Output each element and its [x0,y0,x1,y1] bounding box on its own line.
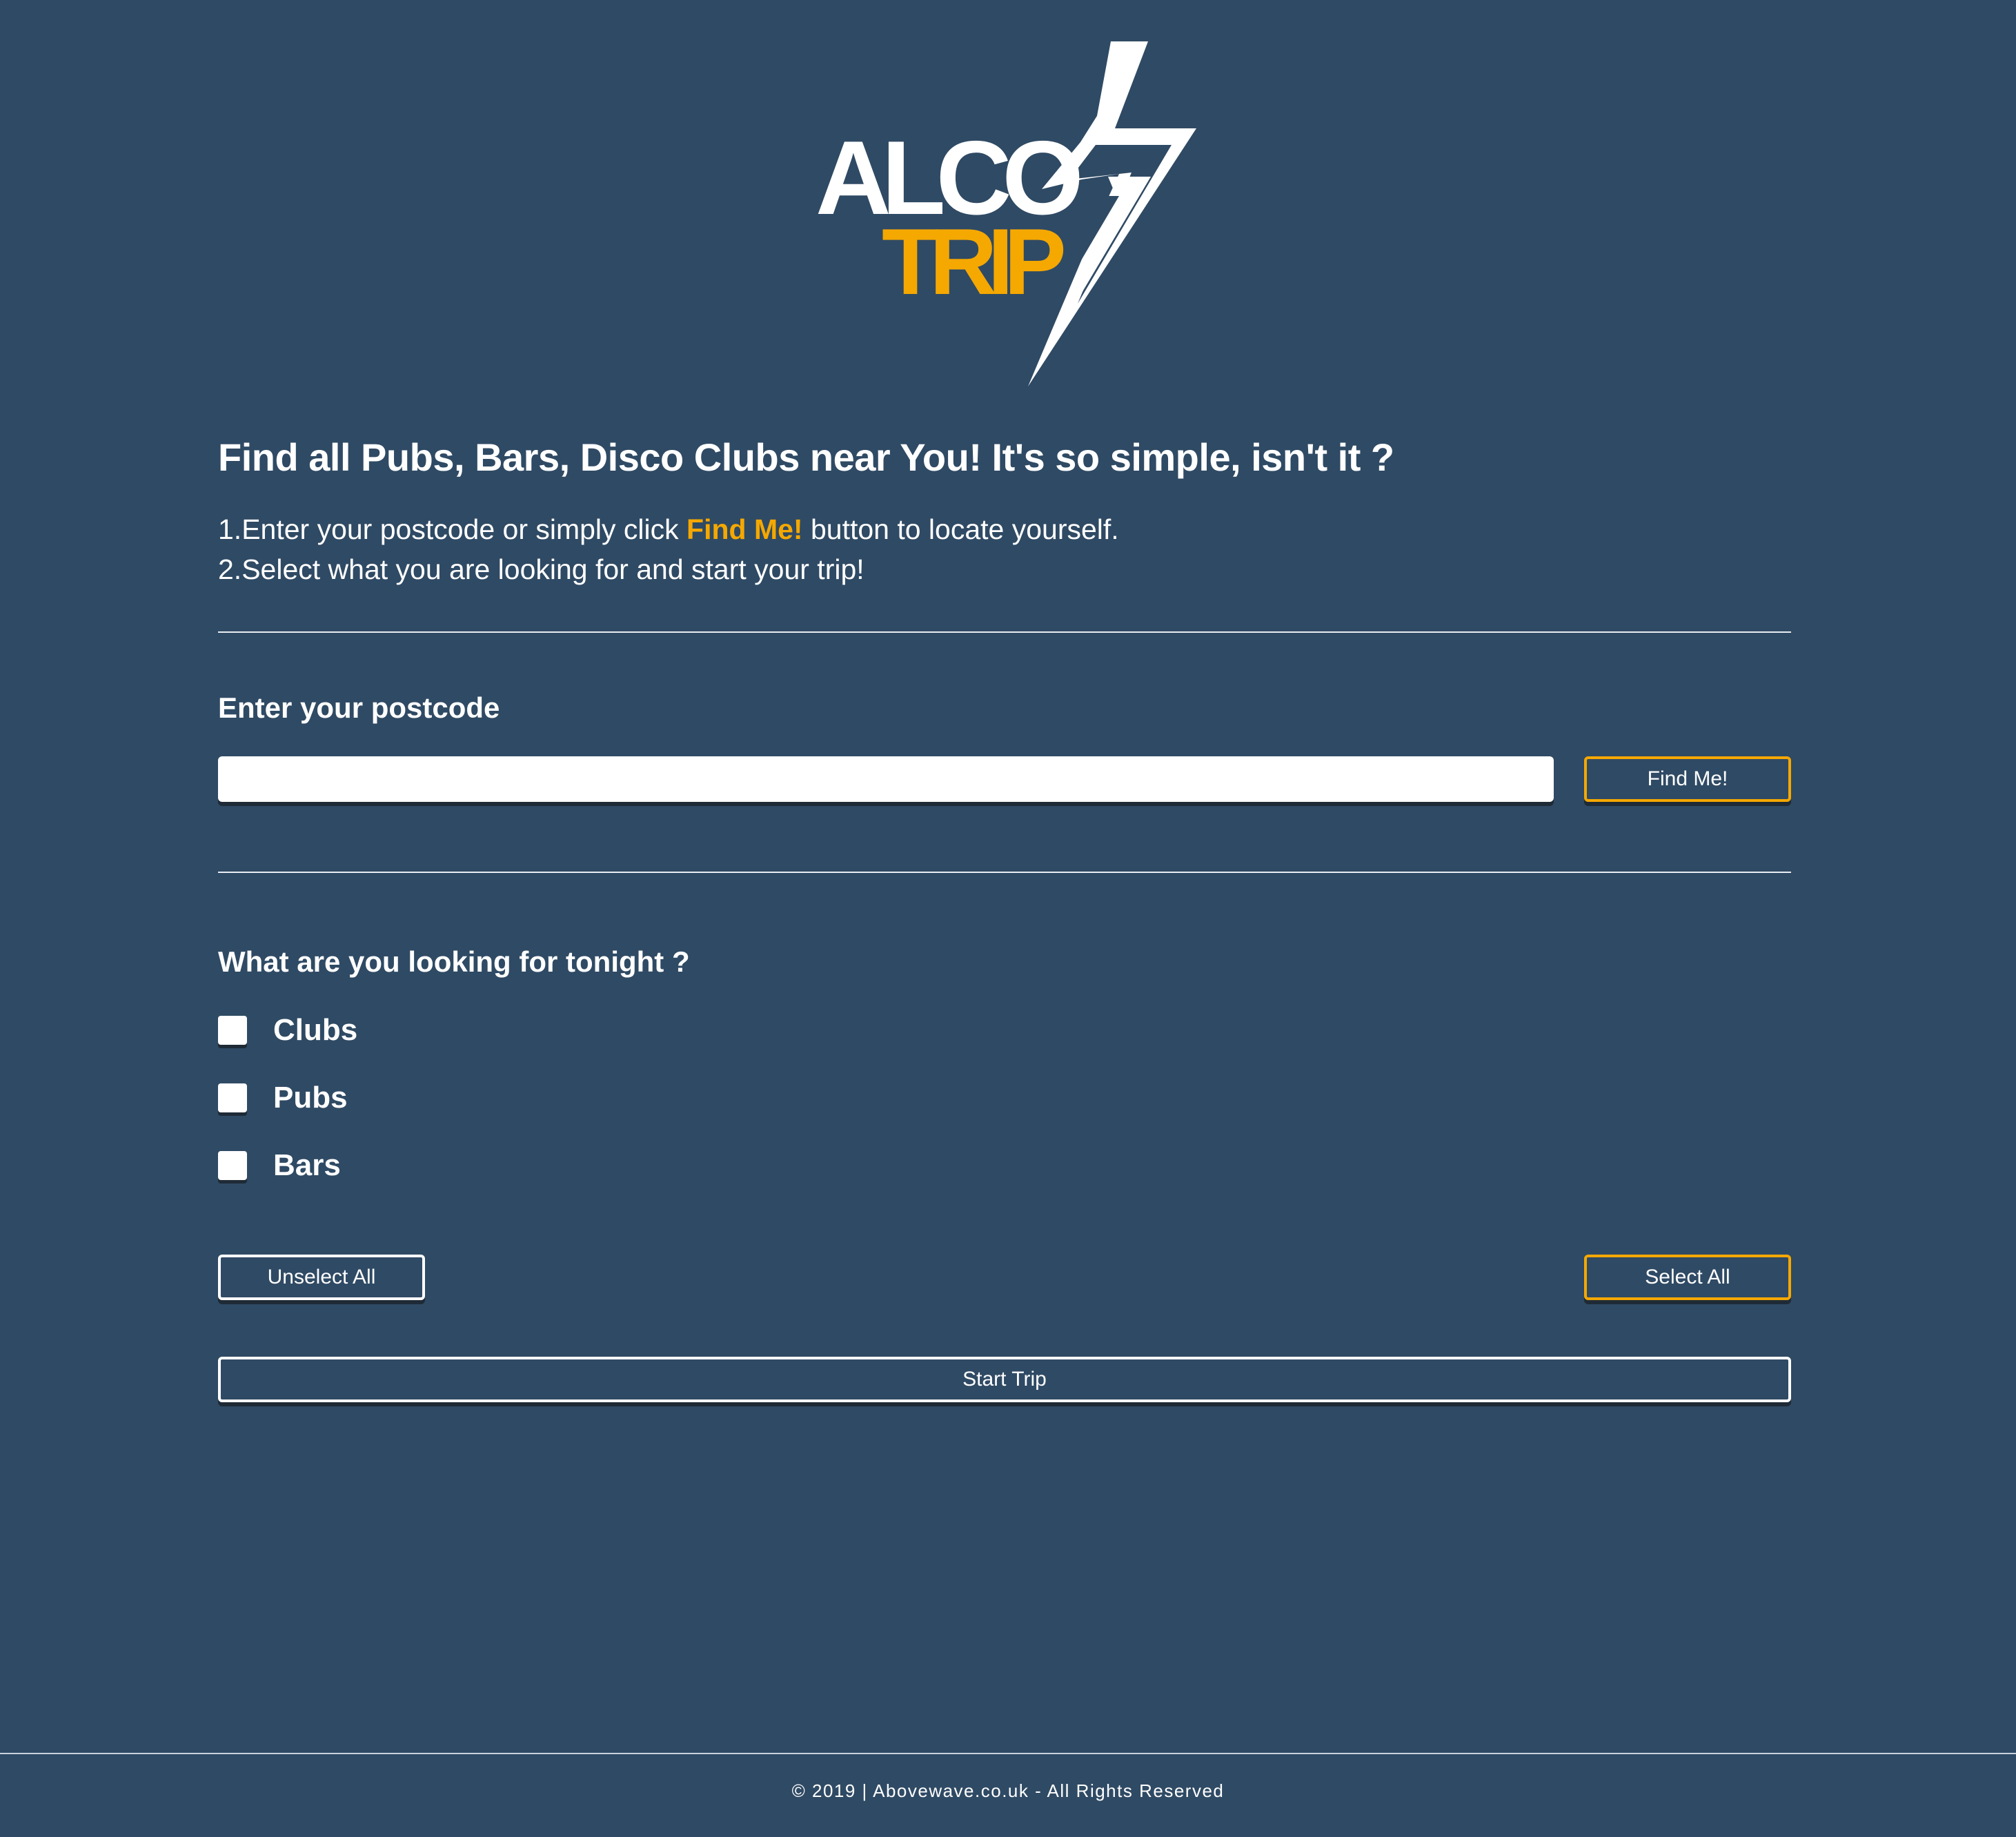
postcode-label: Enter your postcode [218,691,500,724]
bars-checkbox[interactable] [218,1151,247,1180]
find-me-button[interactable]: Find Me! [1584,756,1791,802]
postcode-input[interactable] [218,756,1554,802]
alcotrip-logo: ALCO TRIP [816,41,1196,386]
bars-label: Bars [273,1148,341,1182]
start-trip-button[interactable]: Start Trip [218,1357,1791,1402]
step1-highlight: Find Me! [686,513,803,545]
step1-text: 1.Enter your postcode or simply click [218,513,687,545]
divider-top [218,631,1791,633]
pubs-label: Pubs [273,1081,348,1114]
option-bars[interactable]: Bars [218,1145,341,1186]
clubs-checkbox[interactable] [218,1016,247,1045]
instruction-step-2: 2.Select what you are looking for and st… [218,553,864,585]
instruction-step-1: 1.Enter your postcode or simply click Fi… [218,509,1119,549]
page-headline: Find all Pubs, Bars, Disco Clubs near Yo… [218,435,1394,479]
footer-divider [0,1753,2016,1754]
clubs-label: Clubs [273,1013,358,1047]
footer-copyright: © 2019 | Abovewave.co.uk - All Rights Re… [791,1780,1225,1801]
select-all-button[interactable]: Select All [1584,1255,1791,1300]
venues-label: What are you looking for tonight ? [218,945,690,978]
instructions: 1.Enter your postcode or simply click Fi… [218,509,1119,589]
step1-text-end: button to locate yourself. [802,513,1119,545]
pubs-checkbox[interactable] [218,1083,247,1112]
option-pubs[interactable]: Pubs [218,1077,348,1119]
unselect-all-button[interactable]: Unselect All [218,1255,425,1300]
option-clubs[interactable]: Clubs [218,1010,357,1051]
divider-middle [218,872,1791,873]
logo-line2: TRIP [882,209,1064,314]
